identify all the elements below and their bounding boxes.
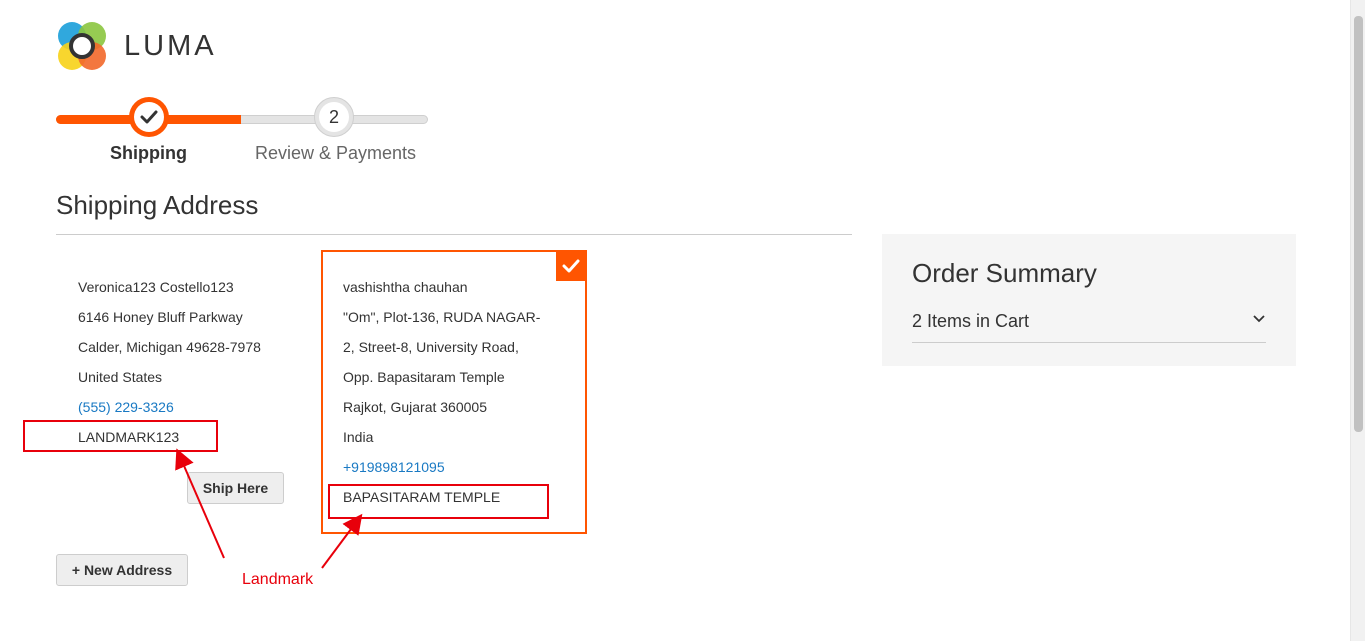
address-city: Rajkot, Gujarat 360005 [343, 399, 487, 415]
scrollbar-thumb[interactable] [1354, 16, 1363, 432]
address-card: vashishtha chauhan "Om", Plot-136, RUDA … [343, 272, 540, 512]
address-city: Calder, Michigan 49628-7978 [78, 339, 261, 355]
summary-divider [912, 342, 1266, 343]
new-address-button[interactable]: + New Address [56, 554, 188, 586]
address-country: India [343, 429, 374, 445]
annotation-label: Landmark [242, 571, 314, 588]
order-summary-title: Order Summary [912, 258, 1097, 288]
shipping-address-title: Shipping Address [56, 190, 259, 220]
brand-name: LUMA [124, 29, 217, 62]
luma-logo-icon [58, 22, 106, 70]
step-shipping-label[interactable]: Shipping [110, 143, 187, 164]
section-divider [56, 234, 852, 235]
annotation-highlight-box [23, 420, 218, 452]
address-street: 2, Street-8, University Road, [343, 339, 519, 355]
address-street: 6146 Honey Bluff Parkway [78, 309, 243, 325]
address-street: "Om", Plot-136, RUDA NAGAR- [343, 309, 541, 325]
check-icon [140, 110, 158, 124]
step-review-indicator: 2 [314, 97, 354, 137]
address-name: Veronica123 Costello123 [78, 279, 234, 295]
step-number: 2 [319, 102, 349, 132]
address-phone-link[interactable]: +919898121095 [343, 452, 540, 482]
selected-badge [556, 251, 586, 281]
address-country: United States [78, 369, 163, 385]
address-phone-link[interactable]: (555) 229-3326 [78, 392, 261, 422]
annotation-highlight-box [328, 484, 549, 519]
items-in-cart-toggle[interactable]: 2 Items in Cart [912, 311, 1029, 332]
chevron-down-icon[interactable] [1252, 312, 1266, 326]
step-shipping-indicator[interactable] [129, 97, 169, 137]
check-icon [562, 259, 580, 273]
page-scrollbar[interactable] [1350, 0, 1365, 641]
checkout-progress-bar: 2 Shipping Review & Payments [56, 95, 428, 165]
annotation-arrow [175, 448, 225, 559]
address-street: Opp. Bapasitaram Temple [343, 369, 505, 385]
order-summary-panel: Order Summary 2 Items in Cart [882, 234, 1296, 366]
ship-here-button[interactable]: Ship Here [187, 472, 284, 504]
luma-logo[interactable]: LUMA [56, 20, 217, 72]
step-review-label: Review & Payments [255, 143, 417, 163]
address-name: vashishtha chauhan [343, 279, 468, 295]
